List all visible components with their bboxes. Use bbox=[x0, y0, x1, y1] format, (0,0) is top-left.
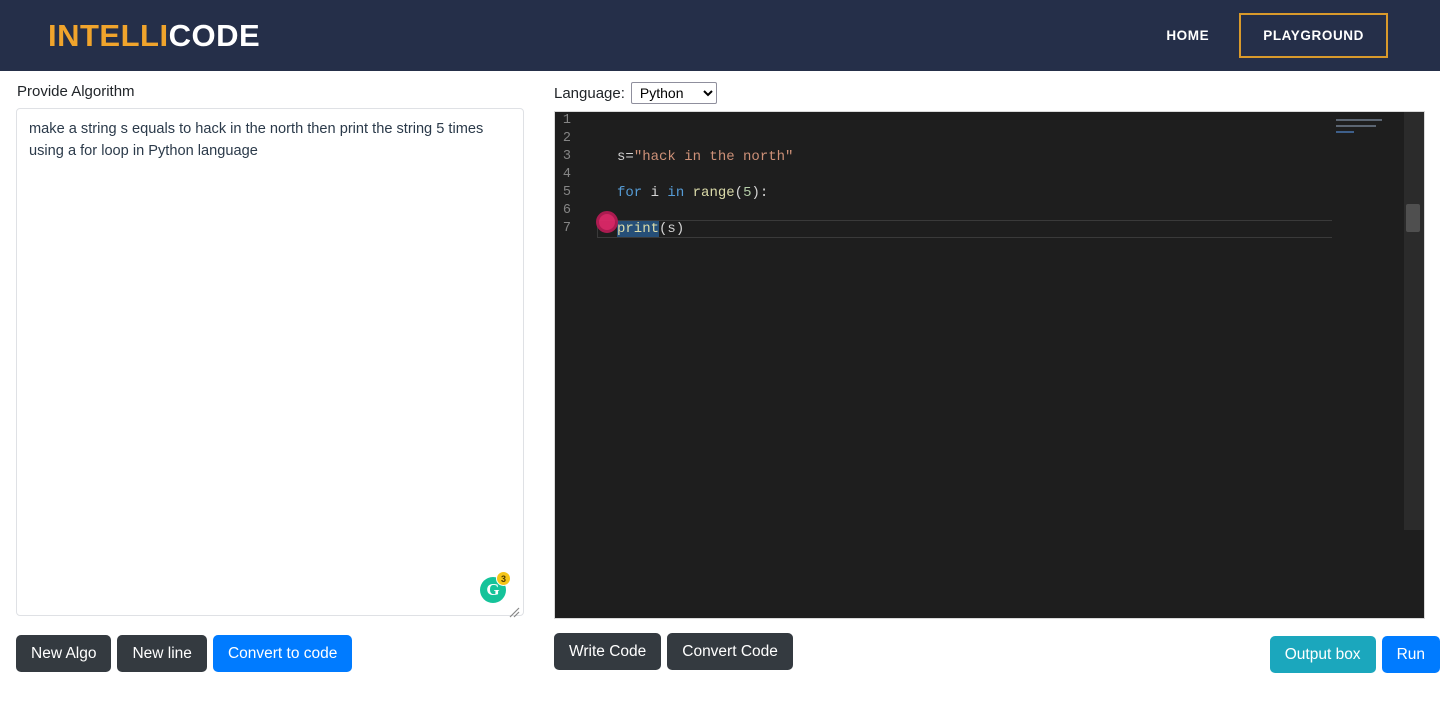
code-text[interactable]: for i in range(5): bbox=[597, 184, 768, 202]
code-token: s= bbox=[617, 149, 634, 165]
code-token: (s) bbox=[659, 221, 685, 237]
code-token: range bbox=[692, 185, 735, 201]
brand-logo-part2: CODE bbox=[168, 18, 261, 53]
code-token: ( bbox=[734, 185, 744, 201]
new-algo-button[interactable]: New Algo bbox=[16, 635, 112, 673]
line-number: 6 bbox=[562, 203, 571, 218]
line-number: 3 bbox=[562, 149, 571, 164]
code-token: print bbox=[617, 221, 660, 237]
code-token: in bbox=[667, 185, 693, 201]
top-navbar: INTELLICODE HOME PLAYGROUND bbox=[0, 0, 1440, 71]
code-right-buttons: Output box Run bbox=[1269, 635, 1440, 673]
code-token: i bbox=[650, 185, 668, 201]
run-button[interactable]: Run bbox=[1381, 635, 1440, 673]
language-label: Language: bbox=[554, 84, 625, 102]
code-line[interactable]: 2 bbox=[555, 130, 1424, 148]
code-line[interactable]: 5 for i in range(5): bbox=[555, 184, 1424, 202]
algorithm-textarea[interactable] bbox=[16, 108, 524, 616]
code-line[interactable]: 4 bbox=[555, 166, 1424, 184]
grammarly-badge-count: 3 bbox=[496, 571, 511, 586]
line-number: 2 bbox=[562, 131, 571, 146]
algorithm-input-wrapper: G 3 bbox=[16, 108, 524, 621]
code-token: ): bbox=[751, 185, 769, 201]
code-token: "hack in the north" bbox=[633, 149, 794, 165]
nav-links: HOME PLAYGROUND bbox=[1166, 13, 1388, 58]
minimap-line bbox=[1336, 131, 1354, 133]
nav-button-playground[interactable]: PLAYGROUND bbox=[1239, 13, 1388, 58]
code-panel: Language: Python 1 2 3 s="hack in the north… bbox=[540, 71, 1440, 714]
algorithm-button-row: New Algo New line Convert to code bbox=[16, 635, 540, 673]
code-editor[interactable]: 1 2 3 s="hack in the north" 4 5 for i in range… bbox=[554, 111, 1425, 619]
main-content: Provide Algorithm G 3 New Algo New line … bbox=[0, 71, 1440, 714]
new-line-button[interactable]: New line bbox=[117, 635, 207, 673]
brand-logo[interactable]: INTELLICODE bbox=[48, 20, 260, 51]
brand-logo-part1: INTELLI bbox=[48, 18, 169, 53]
output-box-button[interactable]: Output box bbox=[1269, 635, 1376, 673]
code-line[interactable]: 6 bbox=[555, 202, 1424, 220]
write-code-button[interactable]: Write Code bbox=[554, 633, 662, 671]
minimap-line bbox=[1336, 125, 1376, 127]
convert-to-code-button[interactable]: Convert to code bbox=[212, 635, 353, 673]
code-text[interactable]: print(s) bbox=[597, 220, 684, 238]
editor-scrollbar-thumb[interactable] bbox=[1406, 204, 1420, 232]
code-lines-container: 1 2 3 s="hack in the north" 4 5 for i in range… bbox=[555, 112, 1424, 618]
code-line[interactable]: 7 print(s) bbox=[555, 220, 1424, 238]
line-number: 1 bbox=[562, 113, 571, 128]
editor-scrollbar-shade bbox=[1404, 530, 1424, 618]
nav-link-home[interactable]: HOME bbox=[1166, 28, 1209, 43]
code-token: for bbox=[617, 185, 651, 201]
line-number: 7 bbox=[562, 221, 571, 236]
code-text[interactable]: s="hack in the north" bbox=[597, 148, 793, 166]
code-line[interactable]: 3 s="hack in the north" bbox=[555, 148, 1424, 166]
editor-minimap[interactable] bbox=[1332, 112, 1404, 618]
language-selector-row: Language: Python bbox=[554, 82, 1440, 104]
convert-code-button[interactable]: Convert Code bbox=[667, 633, 793, 671]
minimap-line bbox=[1336, 119, 1383, 121]
code-button-bar: Write Code Convert Code Output box Run bbox=[554, 633, 1440, 673]
code-line[interactable]: 1 bbox=[555, 112, 1424, 130]
algorithm-panel: Provide Algorithm G 3 New Algo New line … bbox=[0, 71, 540, 714]
language-select[interactable]: Python bbox=[630, 82, 717, 104]
grammarly-icon[interactable]: G 3 bbox=[480, 571, 511, 603]
provide-algorithm-label: Provide Algorithm bbox=[17, 83, 135, 100]
line-number: 4 bbox=[562, 167, 571, 182]
line-number: 5 bbox=[562, 185, 571, 200]
current-line-highlight bbox=[597, 220, 1334, 238]
